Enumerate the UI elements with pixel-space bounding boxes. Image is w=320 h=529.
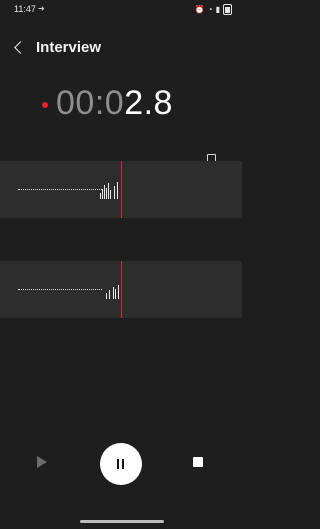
signal-icon: ▮ <box>215 5 220 14</box>
header: Interview <box>0 36 242 60</box>
waveform-bars <box>98 279 122 299</box>
notification-icon: ➜ <box>38 4 45 13</box>
waveform-bar <box>114 186 115 199</box>
waveform-baseline <box>18 289 102 290</box>
wifi-icon: ◔ <box>207 5 213 14</box>
back-icon[interactable] <box>12 38 28 58</box>
recording-indicator-icon <box>42 102 48 108</box>
status-icons: ⏰ ◔ ▮ <box>195 4 232 15</box>
waveform-bars <box>98 179 122 199</box>
status-bar: 11:47 ➜ ⏰ ◔ ▮ <box>0 0 242 20</box>
recording-timer: 00:02.8 <box>0 84 242 128</box>
play-icon[interactable] <box>37 456 47 468</box>
status-time: 11:47 <box>14 4 36 14</box>
waveform-bar <box>106 293 107 299</box>
page-title: Interview <box>36 39 102 56</box>
alarm-icon: ⏰ <box>194 5 205 14</box>
waveform-bar <box>109 290 110 299</box>
timer-text: 00:02.8 <box>56 84 173 123</box>
waveform-bar <box>106 188 107 199</box>
timer-elapsed-dim: 00:0 <box>56 84 125 122</box>
waveform-bar <box>115 289 116 299</box>
waveform-bar <box>108 183 109 199</box>
waveform-bar <box>110 190 111 199</box>
waveform-bar <box>117 182 118 199</box>
timer-elapsed-bright: 2.8 <box>124 84 173 122</box>
waveform-bar <box>102 189 103 199</box>
playhead[interactable] <box>121 161 122 218</box>
waveform-bar <box>104 185 105 199</box>
stop-icon[interactable] <box>193 457 203 467</box>
playback-controls <box>0 440 242 486</box>
home-indicator[interactable] <box>80 520 164 523</box>
waveform-bar <box>118 285 119 299</box>
playhead[interactable] <box>121 261 122 318</box>
pause-button[interactable] <box>100 443 142 485</box>
waveform-bar <box>113 287 114 299</box>
battery-icon <box>223 4 232 15</box>
waveform-baseline <box>18 189 102 190</box>
waveform-bar <box>100 193 101 199</box>
